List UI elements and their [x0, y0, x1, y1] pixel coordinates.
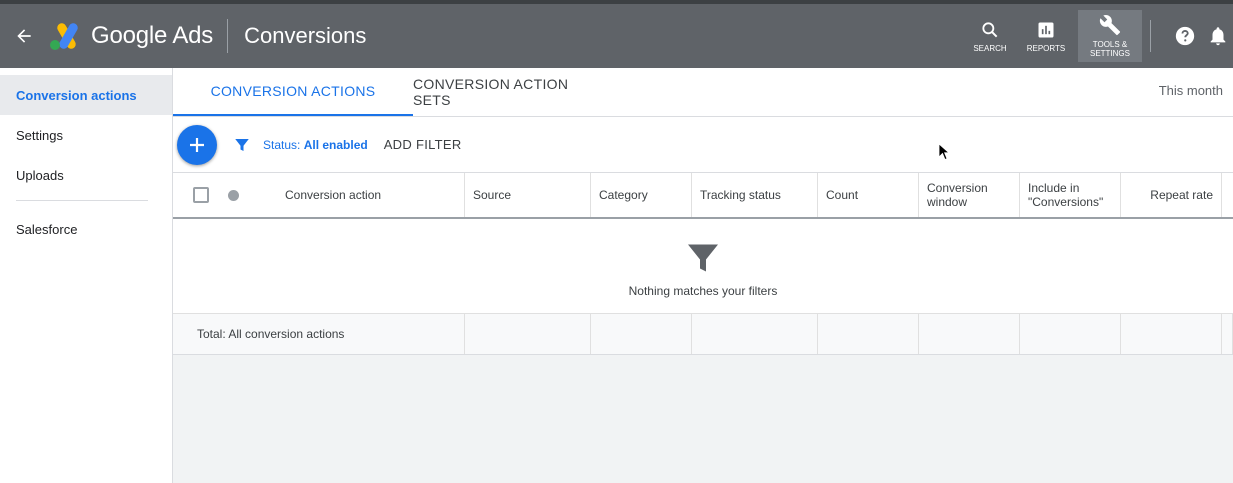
tab-bar: CONVERSION ACTIONS CONVERSION ACTION SET… — [173, 68, 1233, 117]
help-button[interactable] — [1163, 10, 1207, 62]
search-label: SEARCH — [973, 43, 1007, 53]
bell-icon — [1210, 27, 1226, 46]
conversion-actions-table: Conversion action Source Category Tracki… — [173, 173, 1233, 355]
plus-icon — [190, 137, 204, 152]
status-filter-chip[interactable]: Status: All enabled — [263, 138, 368, 152]
total-cell-tracking-status — [692, 314, 818, 354]
funnel-icon — [688, 244, 718, 272]
notifications-button[interactable] — [1207, 10, 1233, 62]
date-range-selector[interactable]: This month — [1159, 83, 1223, 98]
select-all-checkbox[interactable] — [193, 187, 209, 203]
column-header-conversion-action[interactable]: Conversion action — [285, 188, 381, 202]
side-navigation: Conversion actions Settings Uploads Sale… — [0, 68, 173, 483]
empty-state-message: Nothing matches your filters — [628, 284, 778, 298]
column-header-category[interactable]: Category — [591, 173, 692, 217]
tab-conversion-actions[interactable]: CONVERSION ACTIONS — [173, 68, 413, 116]
header-actions-divider — [1150, 20, 1151, 52]
total-cell-overflow — [1222, 314, 1233, 354]
filter-toolbar: Status: All enabled ADD FILTER — [173, 117, 1233, 173]
tools-settings-label: TOOLS & SETTINGS — [1089, 40, 1130, 58]
add-conversion-button[interactable] — [177, 124, 217, 165]
total-cell-source — [465, 314, 591, 354]
status-dot-icon — [228, 189, 239, 201]
sidebar-item-conversion-actions[interactable]: Conversion actions — [0, 75, 172, 115]
tab-conversion-action-sets[interactable]: CONVERSION ACTION SETS — [413, 68, 593, 116]
search-button[interactable]: SEARCH — [962, 10, 1018, 62]
header-divider — [227, 19, 229, 53]
sidebar-item-uploads[interactable]: Uploads — [0, 155, 172, 195]
column-header-overflow — [1222, 173, 1233, 217]
mouse-cursor-icon — [938, 143, 951, 166]
total-cell-repeat-rate — [1121, 314, 1222, 354]
filter-icon — [235, 138, 249, 151]
column-header-tracking-status[interactable]: Tracking status — [692, 173, 818, 217]
back-button[interactable] — [0, 4, 48, 68]
total-cell-conversion-window — [919, 314, 1020, 354]
column-header-repeat-rate[interactable]: Repeat rate — [1121, 173, 1222, 217]
status-filter-value: All enabled — [303, 137, 368, 152]
reports-label: REPORTS — [1026, 43, 1066, 53]
search-icon — [982, 21, 998, 37]
total-cell-category — [591, 314, 692, 354]
column-header-source[interactable]: Source — [465, 173, 591, 217]
main-content: CONVERSION ACTIONS CONVERSION ACTION SET… — [173, 68, 1233, 483]
add-filter-button[interactable]: ADD FILTER — [384, 137, 462, 152]
top-app-bar: Google Ads Conversions SEARCH REPORTS TO… — [0, 0, 1233, 68]
table-total-row: Total: All conversion actions — [173, 314, 1233, 355]
column-header-include-in-conversions[interactable]: Include in "Conversions" — [1020, 173, 1121, 217]
header-cell-conversion-action: Conversion action — [173, 173, 465, 217]
arrow-back-icon — [17, 29, 31, 43]
total-cell-include — [1020, 314, 1121, 354]
page-title: Conversions — [244, 23, 367, 48]
status-filter-prefix: Status: — [263, 137, 304, 152]
header-actions: SEARCH REPORTS TOOLS & SETTINGS — [962, 4, 1233, 68]
reports-button[interactable]: REPORTS — [1018, 10, 1074, 62]
table-header-row: Conversion action Source Category Tracki… — [173, 173, 1233, 219]
filter-button[interactable] — [233, 136, 251, 154]
empty-state: Nothing matches your filters — [173, 219, 1233, 314]
brand-name: Google Ads — [91, 22, 214, 49]
total-row-label: Total: All conversion actions — [173, 314, 465, 354]
help-icon — [1175, 26, 1195, 46]
google-ads-logo[interactable] — [48, 19, 82, 53]
column-header-count[interactable]: Count — [818, 173, 919, 217]
wrench-icon — [1099, 15, 1121, 36]
column-header-conversion-window[interactable]: Conversion window — [919, 173, 1020, 217]
total-cell-count — [818, 314, 919, 354]
sidebar-item-settings[interactable]: Settings — [0, 115, 172, 155]
tools-settings-button[interactable]: TOOLS & SETTINGS — [1078, 10, 1142, 62]
sidebar-item-salesforce[interactable]: Salesforce — [0, 209, 172, 249]
sidebar-divider — [16, 200, 148, 201]
reports-icon — [1038, 22, 1054, 37]
